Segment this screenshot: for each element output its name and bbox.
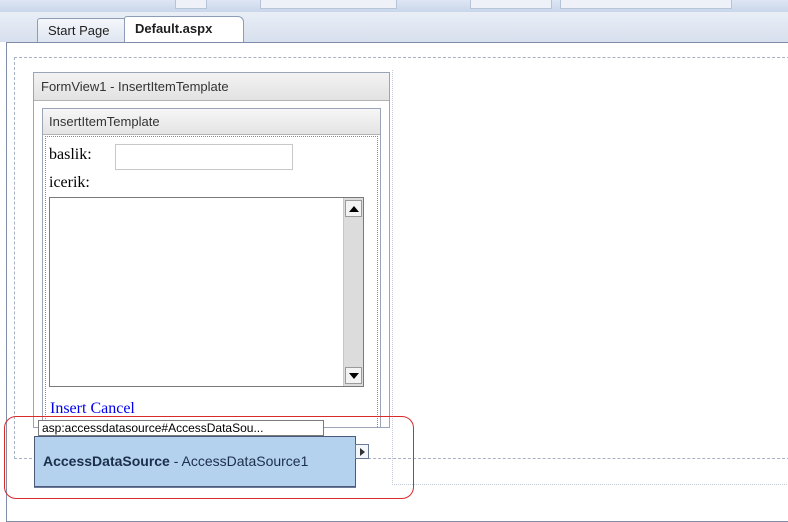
chevron-right-icon [359,447,365,456]
template-body: baslik: icerik: [45,136,378,427]
insert-link[interactable]: Insert [50,400,86,417]
toolbar-combo[interactable] [470,0,552,9]
smart-tag-button[interactable] [355,444,369,459]
tab-label: Default.aspx [135,21,213,36]
baslik-textbox[interactable] [115,144,293,170]
vertical-scrollbar[interactable] [343,198,363,386]
cancel-link[interactable]: Cancel [90,400,134,417]
formview-header: FormView1 - InsertItemTemplate [34,73,389,101]
accessdatasource-control[interactable]: AccessDataSource - AccessDataSource1 [34,436,356,487]
scroll-up-button[interactable] [345,200,362,217]
formview-control[interactable]: FormView1 - InsertItemTemplate InsertIte… [33,72,390,428]
design-surface-guide [392,70,788,485]
datasource-tag: asp:accessdatasource#AccessDataSou... [38,420,324,436]
arrow-down-icon [348,372,359,379]
icerik-label: icerik: [49,174,90,191]
document-tab-bar: Start Page Default.aspx [0,12,788,42]
datasource-id-label: AccessDataSource1 [181,453,309,469]
baslik-label: baslik: [49,146,92,163]
toolbar-combo[interactable] [260,0,397,9]
tab-start-page[interactable]: Start Page [37,18,129,42]
tab-label: Start Page [48,23,110,38]
datasource-separator: - [169,453,182,469]
arrow-up-icon [348,205,359,212]
datasource-type-label: AccessDataSource [43,453,170,469]
insert-item-template[interactable]: InsertItemTemplate baslik: icerik: [42,108,381,428]
tab-default-aspx[interactable]: Default.aspx [124,16,244,42]
icerik-textarea[interactable] [49,197,364,387]
scroll-down-button[interactable] [345,367,362,384]
toolbar-button[interactable] [175,0,207,9]
formview-links: Insert Cancel [50,400,135,418]
template-header: InsertItemTemplate [43,109,380,135]
toolbar-combo[interactable] [560,0,732,9]
